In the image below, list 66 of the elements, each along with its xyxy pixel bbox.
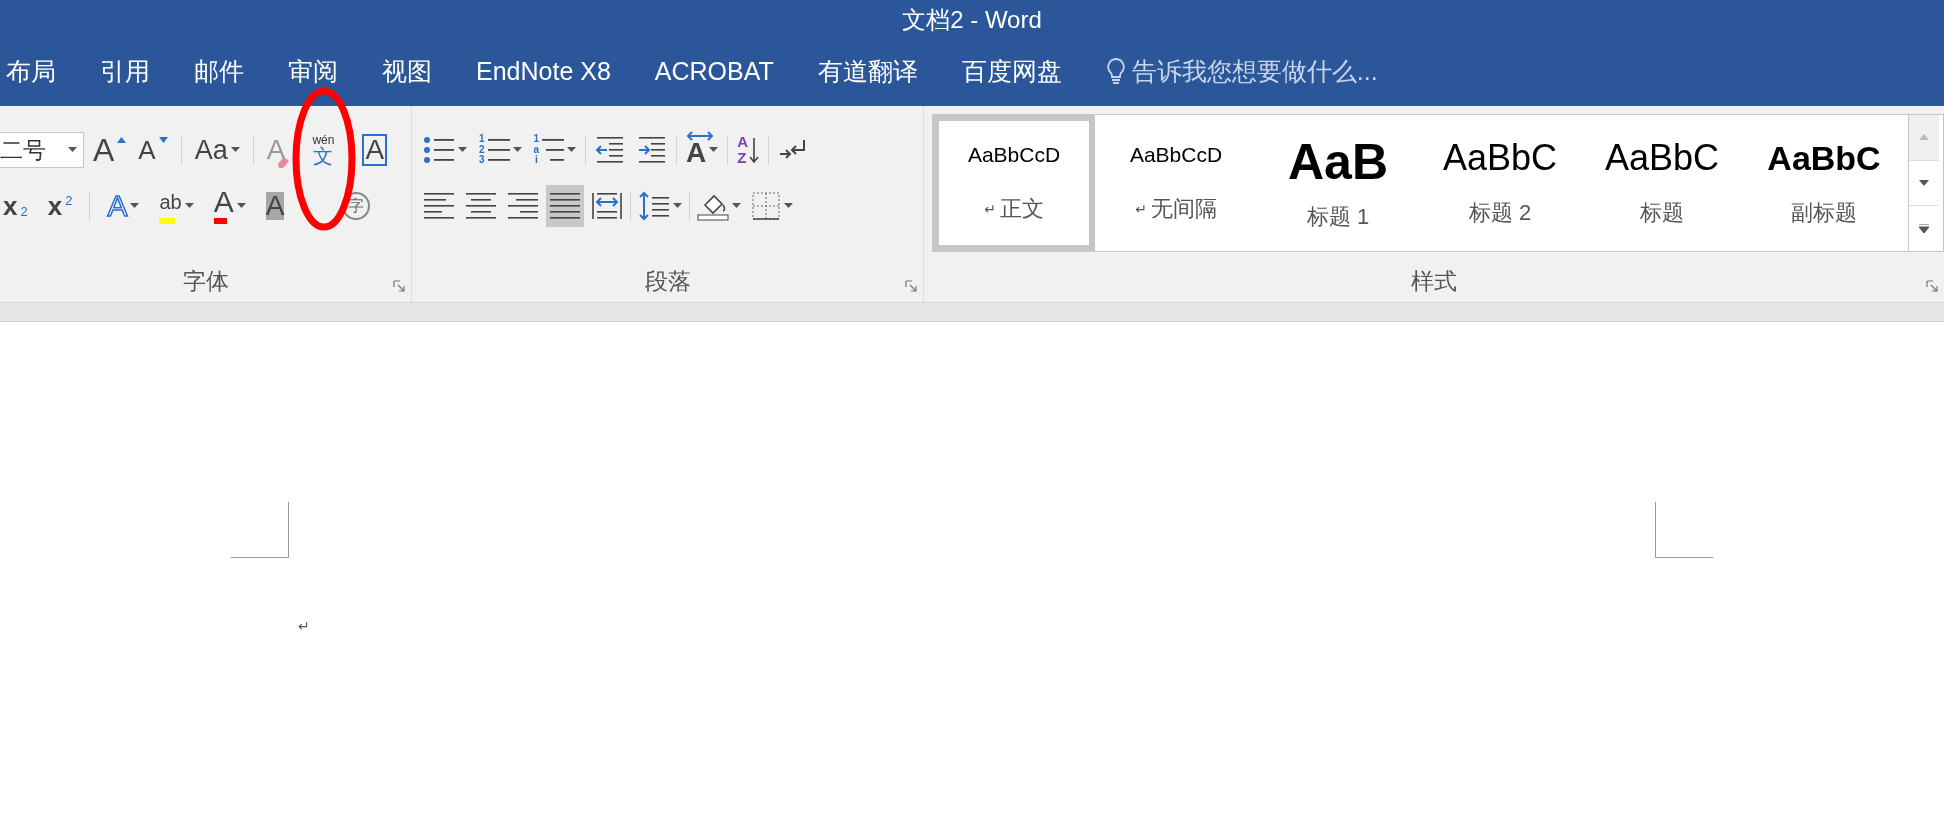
align-justify-button[interactable] [546, 185, 584, 227]
ribbon-tab[interactable]: 视图 [382, 50, 432, 92]
ribbon-tab[interactable]: 邮件 [194, 50, 244, 92]
multilevel-list-button[interactable]: 1ai [530, 129, 580, 171]
ribbon-tab[interactable]: 有道翻译 [817, 50, 918, 92]
align-justify-icon [549, 191, 581, 221]
align-center-icon [465, 191, 497, 221]
outdent-icon [595, 136, 626, 164]
sort-button[interactable]: AZ [734, 129, 762, 171]
dropdown-caret-icon [784, 203, 793, 209]
dropdown-caret-icon [68, 147, 77, 153]
font-color-button[interactable]: A [210, 185, 249, 227]
dialog-launcher-icon[interactable] [1926, 280, 1938, 292]
margin-corner-mark [231, 502, 289, 558]
subscript-button[interactable]: x 2 [0, 185, 31, 227]
dropdown-caret-icon [567, 147, 577, 153]
ribbon-tab[interactable]: 引用 [100, 50, 150, 92]
shrink-font-button[interactable]: A [135, 129, 171, 171]
double-arrow-icon [685, 131, 716, 141]
dropdown-caret-icon [130, 203, 140, 209]
window-title: 文档2 - Word [902, 5, 1042, 35]
group-label: 样式 [1410, 267, 1458, 296]
ribbon-tab[interactable]: 百度网盘 [961, 50, 1062, 92]
dropdown-caret-icon [732, 203, 741, 209]
distribute-icon [591, 191, 623, 221]
ribbon-tab[interactable]: ACROBAT [654, 52, 774, 90]
numbering-button[interactable]: 123 [476, 129, 525, 171]
list-lines-icon [487, 136, 510, 164]
dropdown-caret-icon [236, 203, 246, 209]
style-item[interactable]: AaBbCcD ↵ 正文 [933, 115, 1095, 251]
change-case-button[interactable]: Aa [191, 129, 243, 171]
down-triangle-icon [1919, 180, 1929, 186]
list-lines-icon [542, 136, 565, 164]
tell-me-search[interactable]: 告诉我您想要做什么... [1131, 54, 1378, 88]
up-triangle-icon [1919, 134, 1929, 141]
small-arrow-icon [158, 137, 168, 144]
dropdown-caret-icon [230, 147, 240, 153]
lightbulb-icon [1105, 57, 1126, 85]
phonetic-guide-button[interactable]: wén 文 [309, 129, 338, 171]
dropdown-caret-icon [673, 203, 682, 209]
dialog-launcher-icon[interactable] [905, 280, 917, 292]
down-arrow-icon [748, 136, 759, 164]
more-icon [1919, 224, 1929, 234]
group-label: 字体 [181, 267, 230, 296]
dropdown-caret-icon [184, 203, 194, 209]
margin-corner-mark [1655, 502, 1713, 558]
borders-icon [751, 191, 781, 221]
group-label: 段落 [643, 267, 692, 296]
font-size-field[interactable]: 二号 [0, 132, 84, 168]
small-arrow-icon [117, 137, 127, 144]
paragraph-mark: ↵ [298, 618, 310, 634]
highlight-button[interactable]: ab [156, 185, 197, 227]
align-right-icon [507, 191, 539, 221]
ribbon-tab[interactable]: 布局 [6, 50, 56, 92]
dropdown-caret-icon [709, 147, 719, 153]
line-spacing-icon [638, 191, 670, 221]
align-left-icon [423, 191, 455, 221]
indent-icon [637, 136, 668, 164]
dialog-launcher-icon[interactable] [393, 280, 405, 292]
ribbon-tab[interactable]: EndNote X8 [476, 52, 611, 90]
grow-font-button[interactable]: A [90, 129, 130, 171]
dropdown-caret-icon [512, 147, 522, 153]
text-direction-button[interactable]: A [683, 129, 722, 171]
ribbon-tab[interactable]: 审阅 [288, 50, 338, 92]
bullet-list-icon [423, 136, 455, 164]
dropdown-caret-icon [458, 147, 467, 153]
